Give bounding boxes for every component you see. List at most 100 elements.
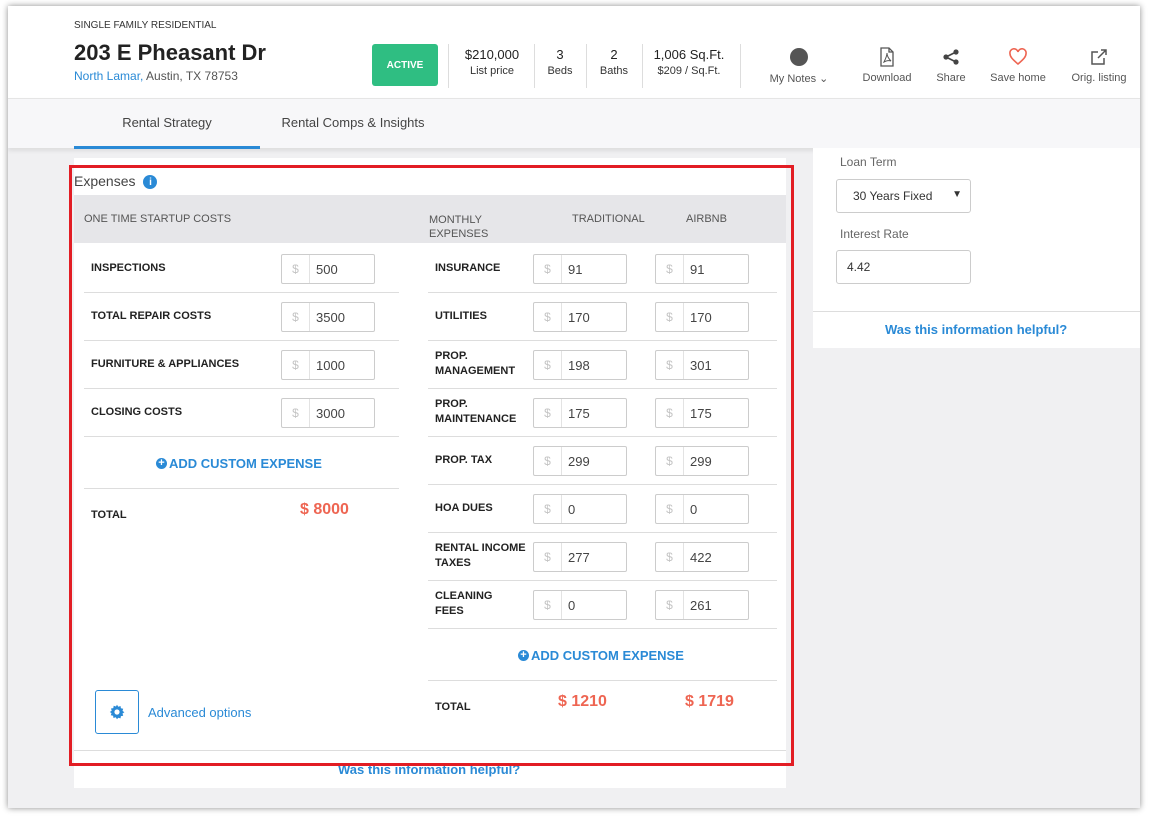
startup-label: CLOSING COSTS	[91, 406, 183, 418]
beds-stat: 3 Beds	[540, 46, 580, 80]
input-value: 0	[690, 501, 698, 517]
input-value: 1000	[316, 357, 345, 373]
startup-costs-header: ONE TIME STARTUP COSTS	[84, 213, 232, 225]
input-value: 299	[690, 453, 712, 469]
loan-helpful-link[interactable]: Was this information helpful?	[885, 322, 1067, 337]
dollar-prefix: $	[534, 255, 562, 283]
input-value: 3500	[316, 309, 345, 325]
dollar-prefix: $	[656, 399, 684, 427]
input-value: 0	[568, 597, 576, 613]
startup-label: TOTAL REPAIR COSTS	[91, 310, 212, 322]
sqft-value: 1,006 Sq.Ft.	[653, 47, 725, 62]
dollar-prefix: $	[656, 255, 684, 283]
monthly-label: PROP. TAX	[435, 454, 493, 466]
status-badge: ACTIVE	[372, 44, 438, 86]
price-value: $210,000	[464, 47, 520, 62]
divider	[534, 44, 535, 88]
furniture-input[interactable]: $1000	[281, 350, 375, 380]
startup-row-closing: CLOSING COSTS $3000	[84, 389, 399, 437]
monthly-row-cleaning: CLEANING FEES $0 $261	[428, 581, 777, 629]
info-icon[interactable]: i	[143, 175, 158, 190]
input-value: 301	[690, 357, 712, 373]
download-label: Download	[862, 72, 912, 84]
closing-costs-input[interactable]: $3000	[281, 398, 375, 428]
utilities-airbnb-input[interactable]: $170	[655, 302, 749, 332]
income-taxes-traditional-input[interactable]: $277	[533, 542, 627, 572]
income-taxes-airbnb-input[interactable]: $422	[655, 542, 749, 572]
listing-header: SINGLE FAMILY RESIDENTIAL 203 E Pheasant…	[8, 6, 1140, 98]
divider	[813, 311, 1140, 312]
heart-icon	[1009, 48, 1027, 66]
original-listing-button[interactable]: Orig. listing	[1064, 46, 1134, 84]
loan-term-select[interactable]: 30 Years Fixed ▼	[836, 179, 971, 213]
divider	[448, 44, 449, 88]
add-startup-expense-link[interactable]: + ADD CUSTOM EXPENSE	[156, 456, 322, 471]
property-location: North Lamar, Austin, TX 78753	[74, 69, 238, 83]
airbnb-header: AIRBNB	[686, 213, 727, 225]
input-value: 0	[568, 501, 576, 517]
tab-rental-strategy[interactable]: Rental Strategy	[74, 99, 260, 149]
save-home-button[interactable]: Save home	[986, 46, 1050, 84]
price-label: List price	[469, 65, 515, 77]
input-value: 261	[690, 597, 712, 613]
hoa-traditional-input[interactable]: $0	[533, 494, 627, 524]
hoa-airbnb-input[interactable]: $0	[655, 494, 749, 524]
sqft-stat: 1,006 Sq.Ft. $209 / Sq.Ft.	[646, 46, 732, 80]
dropdown-arrow-icon: ▼	[952, 189, 962, 200]
input-value: 91	[568, 261, 583, 277]
monthly-label: RENTAL INCOME TAXES	[435, 542, 526, 569]
monthly-row-tax: PROP. TAX $299 $299	[428, 437, 777, 485]
add-monthly-expense-link[interactable]: + ADD CUSTOM EXPENSE	[518, 648, 684, 663]
advanced-options-button[interactable]	[95, 690, 139, 734]
management-traditional-input[interactable]: $198	[533, 350, 627, 380]
maintenance-traditional-input[interactable]: $175	[533, 398, 627, 428]
dollar-prefix: $	[534, 543, 562, 571]
startup-row-inspections: INSPECTIONS $500	[84, 245, 399, 293]
expenses-table-header: ONE TIME STARTUP COSTS MONTHLY EXPENSES …	[74, 195, 786, 243]
share-icon	[943, 49, 959, 65]
city-state-zip: Austin, TX 78753	[143, 69, 238, 83]
tax-airbnb-input[interactable]: $299	[655, 446, 749, 476]
neighborhood-link[interactable]: North Lamar,	[74, 69, 143, 83]
loan-term-label: Loan Term	[840, 155, 897, 169]
cleaning-airbnb-input[interactable]: $261	[655, 590, 749, 620]
divider	[642, 44, 643, 88]
external-link-icon	[1091, 49, 1107, 65]
tab-bar: Rental Strategy Rental Comps & Insights	[8, 98, 1140, 149]
notes-avatar-icon	[790, 48, 808, 66]
advanced-options-link[interactable]: Advanced options	[148, 705, 251, 720]
utilities-traditional-input[interactable]: $170	[533, 302, 627, 332]
property-address: 203 E Pheasant Dr	[74, 40, 266, 65]
dollar-prefix: $	[656, 303, 684, 331]
insurance-airbnb-input[interactable]: $91	[655, 254, 749, 284]
insurance-traditional-input[interactable]: $91	[533, 254, 627, 284]
share-button[interactable]: Share	[930, 46, 972, 84]
repair-costs-input[interactable]: $3500	[281, 302, 375, 332]
monthly-add-row: + ADD CUSTOM EXPENSE	[428, 629, 777, 681]
dollar-prefix: $	[656, 447, 684, 475]
maintenance-airbnb-input[interactable]: $175	[655, 398, 749, 428]
management-airbnb-input[interactable]: $301	[655, 350, 749, 380]
tax-traditional-input[interactable]: $299	[533, 446, 627, 476]
monthly-label: UTILITIES	[435, 310, 487, 322]
baths-label: Baths	[599, 65, 629, 77]
tab-rental-comps[interactable]: Rental Comps & Insights	[270, 99, 436, 149]
dollar-prefix: $	[656, 351, 684, 379]
cleaning-traditional-input[interactable]: $0	[533, 590, 627, 620]
monthly-row-hoa: HOA DUES $0 $0	[428, 485, 777, 533]
interest-rate-input[interactable]: 4.42	[836, 250, 971, 284]
input-value: 91	[690, 261, 705, 277]
download-button[interactable]: Download	[858, 46, 916, 84]
monthly-label: PROP. MAINTENANCE	[435, 398, 517, 425]
dollar-prefix: $	[656, 495, 684, 523]
my-notes-button[interactable]: My Notes ⌄	[764, 46, 834, 85]
monthly-label: HOA DUES	[435, 502, 493, 514]
monthly-row-income-taxes: RENTAL INCOME TAXES $277 $422	[428, 533, 777, 581]
dollar-prefix: $	[656, 591, 684, 619]
dollar-prefix: $	[534, 495, 562, 523]
input-value: 175	[690, 405, 712, 421]
expenses-helpful-link[interactable]: Was this information helpful?	[338, 762, 520, 777]
inspections-input[interactable]: $500	[281, 254, 375, 284]
startup-add-row: + ADD CUSTOM EXPENSE	[84, 437, 399, 489]
dollar-prefix: $	[282, 303, 310, 331]
